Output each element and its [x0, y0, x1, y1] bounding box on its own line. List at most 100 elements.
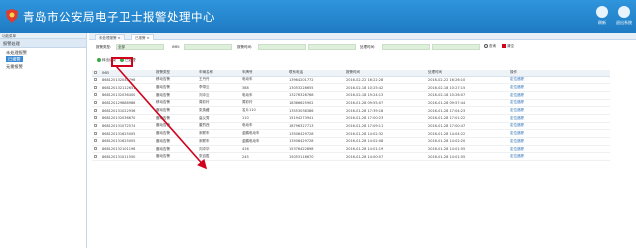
locate-link[interactable]: 定位追踪 — [508, 145, 610, 154]
row-checkbox[interactable] — [92, 106, 100, 115]
clear-button[interactable]: 清空 — [502, 44, 514, 49]
locate-link[interactable]: 定位追踪 — [508, 122, 610, 131]
locate-link[interactable]: 定位追踪 — [508, 99, 610, 108]
table-cell: 13964201772 — [287, 76, 344, 85]
table-cell: 2016-02-18 10:25:42 — [344, 83, 426, 92]
imei-input[interactable] — [184, 43, 232, 50]
clear-label: 清空 — [507, 44, 514, 48]
handle-time-start[interactable] — [382, 43, 430, 50]
table-cell: 2016-02-18 19:24:13 — [344, 91, 426, 100]
locate-link[interactable]: 定位追踪 — [508, 106, 610, 115]
alarm-time-end[interactable] — [308, 43, 356, 50]
table-cell: 2016-01-28 14:04:22 — [426, 129, 508, 138]
tab-unhandled[interactable]: 未处理报警 × — [95, 34, 125, 40]
locate-link[interactable]: 定位追踪 — [508, 129, 610, 138]
handle-time-label: 处理时间: — [360, 45, 376, 49]
table-cell: 2016-01-28 17:00:23 — [344, 114, 426, 123]
refresh-label: 刷新 — [598, 20, 606, 25]
table-cell: 2016-02-22 16:22:28 — [344, 76, 426, 85]
sidebar-item-no-report[interactable]: 无需报警 — [0, 62, 86, 69]
table-cell: 名片110 — [240, 106, 287, 115]
table-row[interactable]: 868120131625005 震动告警 宋联车 金鹏电动车 13506429728 20… — [92, 129, 610, 138]
table-cell: 电动车 — [240, 122, 287, 131]
sidebar-item-reported[interactable]: 已报警 — [0, 55, 86, 62]
row-checkbox[interactable] — [92, 137, 100, 146]
table-cell: 13506429728 — [287, 129, 344, 138]
power-icon — [618, 6, 630, 18]
table-row[interactable]: 868120131072574 震动告警 董烈西 电动车 18796327713 2016… — [92, 122, 610, 131]
table-row[interactable]: 868120131011550 震动告警 张百胜 245 15053116670 2016… — [92, 152, 610, 162]
table-row[interactable]: 868120131625005 震动告警 宋联车 金鹏电动车 13506429728 20… — [92, 137, 610, 146]
type-select[interactable]: 全部 — [116, 43, 164, 50]
sidebar-group-alarm[interactable]: 报警处理 — [0, 39, 86, 48]
sidebar-item-unhandled[interactable]: 未处理报警 — [0, 48, 86, 55]
type-label: 报警类型: — [96, 45, 112, 49]
table-cell: 868120132045796 — [100, 76, 154, 85]
row-checkbox[interactable] — [92, 99, 100, 108]
refresh-icon — [596, 6, 608, 18]
table-cell: 868120132036400 — [100, 91, 154, 100]
table-cell: 2016-01-28 14:02:32 — [344, 129, 426, 138]
police-badge-icon — [6, 9, 18, 23]
tab-bar: 未处理报警 × 已报警 × — [89, 33, 636, 40]
locate-link[interactable]: 定位追踪 — [508, 152, 610, 162]
table-row[interactable]: 868120132045796 移动告警 王丹丹 电动车 13964201772 2016… — [92, 76, 610, 85]
table-cell: 金鹏电动车 — [240, 129, 287, 138]
table-cell: 868120132112651 — [100, 83, 154, 92]
table-row[interactable]: 868120132112651 震动告警 李带云 388 13053228655 2016… — [92, 83, 610, 92]
table-cell: 13053228655 — [287, 83, 344, 92]
table-cell: 868120131625005 — [100, 129, 154, 138]
table-cell: 388 — [240, 83, 287, 92]
row-checkbox[interactable] — [92, 91, 100, 100]
app-header: 青岛市公安局电子卫士报警处理中心 刷新 退出系统 — [0, 0, 636, 33]
locate-link[interactable]: 定位追踪 — [508, 76, 610, 85]
table-row[interactable]: 868120132101196 震动告警 刘冲华 416 15376422898 2016… — [92, 145, 610, 154]
table-cell: 震动告警 — [154, 122, 197, 131]
table-cell: 868120131072574 — [100, 122, 154, 131]
imei-label: IMEI: — [172, 45, 181, 49]
table-cell: 416 — [240, 145, 287, 154]
locate-link[interactable]: 定位追踪 — [508, 83, 610, 92]
row-checkbox[interactable] — [92, 114, 100, 123]
search-icon — [484, 44, 488, 48]
table-cell: 868120132101196 — [100, 145, 154, 154]
table-cell: 震动告警 — [154, 83, 197, 92]
table-row[interactable]: 868120132036670 震动告警 高父秀 110 15194273941 2016… — [92, 114, 610, 123]
row-checkbox[interactable] — [92, 76, 100, 85]
alarm-table: IMEI 报警类型 车辆名称 车牌号 联系电话 报警时间 处理时间 操作 868… — [92, 70, 610, 162]
row-checkbox[interactable] — [92, 122, 100, 131]
table-cell: 电动车 — [240, 91, 287, 100]
table-cell: 刘冲云 — [197, 91, 240, 100]
tab-reported[interactable]: 已报警 × — [131, 34, 154, 40]
row-checkbox[interactable] — [92, 152, 100, 162]
logout-button[interactable]: 退出系统 — [613, 6, 635, 26]
table-cell: 2016-02-18 10:26:07 — [426, 91, 508, 100]
table-cell: 震动告警 — [154, 114, 197, 123]
alarm-time-start[interactable] — [258, 43, 306, 50]
table-cell: 董烈西 — [197, 122, 240, 131]
table-cell: 2016-01-28 14:01:19 — [344, 145, 426, 154]
table-row[interactable]: 868120132036400 震动告警 刘冲云 电动车 13276326768 2016… — [92, 91, 610, 100]
handle-time-end[interactable] — [432, 43, 480, 50]
table-cell: 2016-01-28 14:02:08 — [344, 137, 426, 146]
table-cell: 张英藏 — [197, 106, 240, 115]
refresh-button[interactable]: 刷新 — [591, 6, 613, 26]
app-title: 青岛市公安局电子卫士报警处理中心 — [23, 10, 215, 24]
table-row[interactable]: 868120131022936 震动告警 张英藏 名片110 13553038386 20… — [92, 106, 610, 115]
table-cell: 金鹏电动车 — [240, 137, 287, 146]
table-cell: 2016-02-18 10:27:15 — [426, 83, 508, 92]
table-cell: 868120132036670 — [100, 114, 154, 123]
row-checkbox[interactable] — [92, 83, 100, 92]
table-row[interactable]: 868120129888986 移动告警 周彩玲 周彩玲 18366625902 2016… — [92, 99, 610, 108]
table-cell: 868120131625005 — [100, 137, 154, 146]
locate-link[interactable]: 定位追踪 — [508, 137, 610, 146]
table-cell: 868120129888986 — [100, 99, 154, 108]
table-cell: 王丹丹 — [197, 76, 240, 85]
locate-link[interactable]: 定位追踪 — [508, 114, 610, 123]
row-checkbox[interactable] — [92, 129, 100, 138]
search-button[interactable]: 查询 — [484, 44, 496, 49]
table-cell: 宋联车 — [197, 129, 240, 138]
row-checkbox[interactable] — [92, 145, 100, 154]
table-cell: 868120131011550 — [100, 152, 154, 162]
locate-link[interactable]: 定位追踪 — [508, 91, 610, 100]
